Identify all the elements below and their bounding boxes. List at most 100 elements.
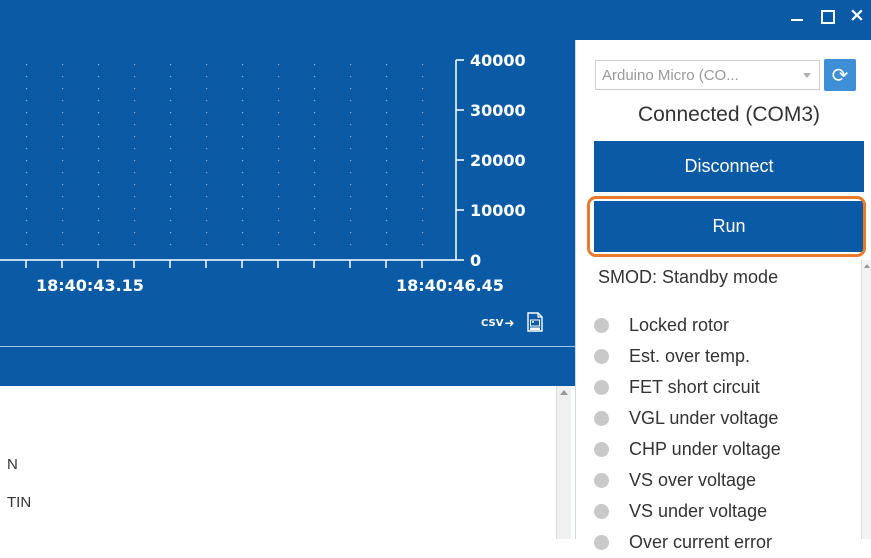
grid-dot (422, 148, 424, 150)
grid-dot (62, 244, 64, 246)
grid-dot (206, 100, 208, 102)
grid-dot (206, 64, 208, 66)
grid-dot (134, 136, 136, 138)
grid-dot (62, 124, 64, 126)
grid-dot (26, 184, 28, 186)
grid-dot (98, 160, 100, 162)
grid-dot (98, 64, 100, 66)
grid-dot (278, 88, 280, 90)
grid-dot (242, 232, 244, 234)
refresh-icon: ⟳ (831, 63, 849, 87)
grid-dot (206, 124, 208, 126)
list-item: CHP under voltage (594, 434, 781, 465)
grid-dot (242, 64, 244, 66)
export-csv-label: CSV (481, 317, 504, 329)
grid-dot (314, 208, 316, 210)
grid-dot (242, 172, 244, 174)
grid-dot (26, 220, 28, 222)
list-item: VS under voltage (594, 496, 781, 527)
close-icon[interactable]: × (849, 4, 865, 26)
grid-dot (206, 208, 208, 210)
scroll-up-arrow-icon[interactable] (864, 264, 870, 268)
scrollbar[interactable] (861, 260, 871, 539)
grid-dot (314, 76, 316, 78)
scrollbar[interactable] (556, 386, 571, 539)
grid-dot (278, 64, 280, 66)
grid-dot (206, 196, 208, 198)
divider (0, 346, 575, 347)
grid-dot (62, 136, 64, 138)
grid-dot (350, 88, 352, 90)
grid-dot (314, 112, 316, 114)
maximize-icon[interactable] (819, 8, 835, 24)
grid-dot (314, 160, 316, 162)
grid-dot (98, 208, 100, 210)
grid-dot (350, 244, 352, 246)
grid-dot (170, 148, 172, 150)
grid-dot (170, 220, 172, 222)
grid-dot (26, 88, 28, 90)
grid-dot (26, 64, 28, 66)
grid-dot (134, 220, 136, 222)
grid-dot (134, 76, 136, 78)
grid-dot (134, 124, 136, 126)
device-select[interactable]: Arduino Micro (CO... (595, 60, 820, 90)
export-png-icon[interactable] (527, 312, 543, 332)
grid-dot (26, 160, 28, 162)
grid-dot (422, 172, 424, 174)
lower-text-line: N (7, 456, 18, 473)
fault-label: VS under voltage (629, 501, 768, 521)
grid-dot (350, 160, 352, 162)
fault-label: Over current error (629, 532, 773, 552)
grid-dot (278, 160, 280, 162)
grid-dot (206, 112, 208, 114)
grid-dot (242, 100, 244, 102)
grid-dot (26, 148, 28, 150)
grid-dot (98, 196, 100, 198)
grid-dot (422, 100, 424, 102)
grid-dot (314, 184, 316, 186)
grid-dot (98, 184, 100, 186)
grid-dot (278, 148, 280, 150)
y-tick-label: 10000 (470, 201, 526, 220)
grid-dot (422, 136, 424, 138)
grid-dot (134, 208, 136, 210)
fault-label: Locked rotor (629, 315, 730, 335)
grid-dot (350, 76, 352, 78)
grid-dot (98, 244, 100, 246)
grid-dot (422, 88, 424, 90)
grid-dot (170, 184, 172, 186)
grid-dot (422, 64, 424, 66)
grid-dot (386, 244, 388, 246)
grid-dot (242, 148, 244, 150)
grid-dot (278, 172, 280, 174)
grid-dot (314, 124, 316, 126)
device-select-value: Arduino Micro (CO... (602, 66, 739, 84)
grid-dot (314, 64, 316, 66)
window-controls: × (789, 4, 865, 26)
list-item: VS over voltage (594, 465, 781, 496)
grid-dot (206, 232, 208, 234)
grid-dot (422, 124, 424, 126)
grid-dot (98, 148, 100, 150)
control-panel: Arduino Micro (CO... ⟳ Connected (COM3) … (575, 40, 871, 552)
grid-dot (314, 100, 316, 102)
grid-dot (98, 100, 100, 102)
grid-dot (242, 124, 244, 126)
export-csv-icon[interactable]: CSV ➜ (481, 316, 515, 330)
fault-label: Est. over temp. (629, 346, 751, 366)
minimize-icon[interactable] (789, 8, 805, 24)
run-button-highlight (587, 196, 866, 257)
grid-dot (386, 172, 388, 174)
refresh-button[interactable]: ⟳ (824, 59, 856, 91)
scroll-up-arrow-icon[interactable] (560, 390, 568, 395)
connection-status: Connected (COM3) (637, 103, 821, 126)
y-tick-label: 20000 (470, 151, 526, 170)
chart-plot: 40000 30000 20000 10000 0 18:40:43.15 18… (0, 51, 526, 295)
grid-dot (170, 244, 172, 246)
grid-dot (170, 100, 172, 102)
grid-dot (26, 172, 28, 174)
disconnect-button[interactable]: Disconnect (594, 141, 864, 192)
grid-dot (314, 244, 316, 246)
grid-dot (206, 148, 208, 150)
